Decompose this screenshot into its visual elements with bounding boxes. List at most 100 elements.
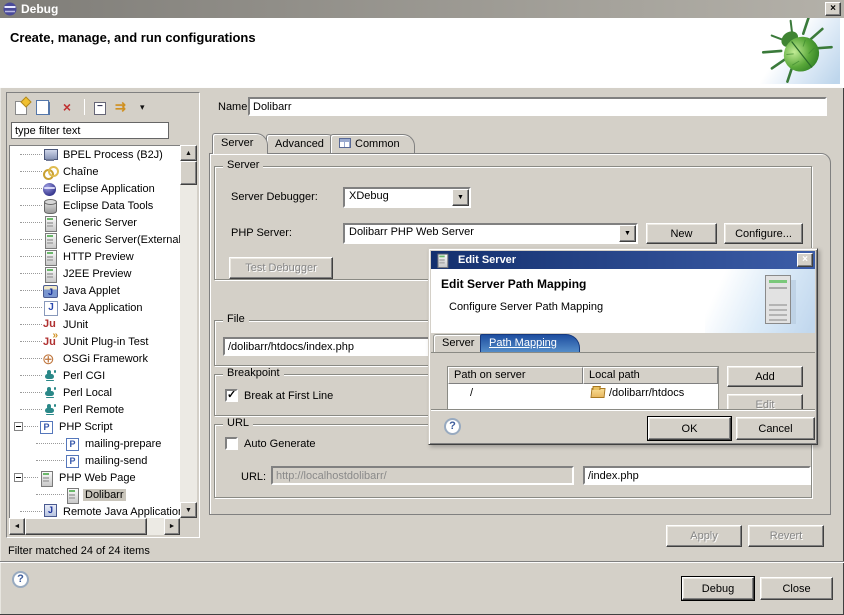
tree-guide [20,290,42,291]
perl-icon [42,385,58,401]
window-titlebar[interactable]: Debug × [0,0,844,18]
server-debugger-select[interactable]: XDebug ▼ [343,187,471,208]
configurations-panel: × ⇉ ▾ BPEL Process (B2J)ChaîneEclipse Ap… [6,92,200,538]
filter-icon[interactable]: ⇉ [115,99,131,115]
junit-plugin-icon [42,334,58,350]
tree-item-eclipse-application[interactable]: Eclipse Application [10,180,180,197]
tree-item-label: Perl CGI [61,370,107,382]
local-path-text: /dolibarr/htdocs [609,387,684,399]
cancel-button[interactable]: Cancel [736,417,815,440]
configurations-toolbar: × ⇉ ▾ [9,95,197,119]
help-icon[interactable]: ? [444,418,461,435]
break-first-line-label: Break at First Line [244,390,333,402]
edit-server-titlebar[interactable]: Edit Server × [431,251,815,269]
tree-item-http-preview[interactable]: HTTP Preview [10,248,180,265]
tree-horizontal-scrollbar[interactable]: ◄ ► [9,518,180,535]
server-icon [42,215,58,231]
tree-item-mailing-send[interactable]: mailing-send [10,452,180,469]
tree-item-remote-java-application[interactable]: Remote Java Application [10,503,180,518]
tab-server[interactable]: Server [212,133,268,154]
configure-server-button[interactable]: Configure... [724,223,803,244]
close-button[interactable]: Close [760,577,833,600]
toolbar-menu-chevron-icon[interactable]: ▾ [140,99,148,115]
eclipse-icon [3,2,17,16]
tree-item-java-application[interactable]: Java Application [10,299,180,316]
tree-vertical-scrollbar[interactable]: ▲ ▼ [180,145,197,518]
server-tower-icon [763,274,801,328]
tree-item-eclipse-data-tools[interactable]: Eclipse Data Tools [10,197,180,214]
collapse-all-icon[interactable] [94,102,106,115]
url-path-input[interactable] [583,466,811,485]
close-icon[interactable]: × [825,2,841,16]
filter-input[interactable] [11,122,169,139]
tree-item-java-applet[interactable]: Java Applet [10,282,180,299]
horizontal-scroll-thumb[interactable] [25,518,147,535]
tab-server[interactable]: Server [433,334,485,352]
file-group-title: File [223,313,249,325]
chevron-down-icon[interactable]: ▼ [452,189,469,206]
break-first-line-checkbox[interactable] [225,389,238,402]
tab-common[interactable]: Common [330,134,415,153]
add-mapping-button[interactable]: Add [727,366,803,387]
server-icon [42,266,58,282]
column-path-on-server[interactable]: Path on server [448,367,583,384]
tree-item-generic-server[interactable]: Generic Server [10,214,180,231]
debug-button[interactable]: Debug [682,577,754,600]
path-mapping-content: Path on server Local path //dolibarr/htd… [431,352,815,409]
dialog-banner: Create, manage, and run configurations [0,18,844,86]
edit-mapping-button[interactable]: Edit [727,394,803,409]
chevron-down-icon[interactable]: ▼ [619,225,636,242]
new-configuration-icon[interactable] [15,101,27,115]
tree-item-osgi-framework[interactable]: OSGi Framework [10,350,180,367]
scroll-up-icon[interactable]: ▲ [180,145,197,161]
tree-item-bpel-process-b2j[interactable]: BPEL Process (B2J) [10,146,180,163]
ok-button[interactable]: OK [648,417,731,440]
tree-item-perl-remote[interactable]: Perl Remote [10,401,180,418]
tree-item-php-script[interactable]: PHP Script [10,418,180,435]
scroll-right-icon[interactable]: ► [164,518,180,535]
tree-item-dolibarr[interactable]: Dolibarr [10,486,180,503]
new-server-button[interactable]: New [646,223,717,244]
tree-item-perl-local[interactable]: Perl Local [10,384,180,401]
duplicate-configuration-icon[interactable] [39,102,50,115]
auto-generate-checkbox[interactable] [225,437,238,450]
bpel-process-icon [42,147,58,163]
vertical-scroll-thumb[interactable] [180,161,197,185]
tree-guide [36,460,64,461]
tree-guide [20,511,42,512]
help-icon[interactable]: ? [12,571,29,588]
collapse-toggle-icon[interactable] [14,422,23,431]
tree-guide [20,222,42,223]
tree-guide [20,171,42,172]
collapse-toggle-icon[interactable] [14,473,23,482]
tree-item-junit[interactable]: JUnit [10,316,180,333]
tree-item-junit-plug-in-test[interactable]: JUnit Plug-in Test [10,333,180,350]
tab-advanced[interactable]: Advanced [266,134,339,153]
mapping-row[interactable]: //dolibarr/htdocs [448,384,718,401]
name-input[interactable] [248,97,827,116]
dialog-heading: Edit Server Path Mapping [441,277,586,291]
tree-item-mailing-prepare[interactable]: mailing-prepare [10,435,180,452]
perl-icon [42,368,58,384]
scroll-down-icon[interactable]: ▼ [180,502,197,518]
chain-icon [42,164,58,180]
close-icon[interactable]: × [797,253,813,267]
apply-button[interactable]: Apply [666,525,742,547]
tree-item-generic-server-external-la[interactable]: Generic Server(External La [10,231,180,248]
osgi-icon [42,351,58,367]
column-local-path[interactable]: Local path [583,367,718,384]
test-debugger-button[interactable]: Test Debugger [229,257,333,279]
tree-item-cha-ne[interactable]: Chaîne [10,163,180,180]
tab-path-mapping[interactable]: Path Mapping [480,334,580,352]
delete-configuration-icon[interactable]: × [59,99,75,115]
tree-item-label: Java Applet [61,285,122,297]
tree-item-j2ee-preview[interactable]: J2EE Preview [10,265,180,282]
tree-item-php-web-page[interactable]: PHP Web Page [10,469,180,486]
scroll-left-icon[interactable]: ◄ [9,518,25,535]
tree-item-perl-cgi[interactable]: Perl CGI [10,367,180,384]
php-server-select[interactable]: Dolibarr PHP Web Server ▼ [343,223,638,244]
server-icon [64,487,80,503]
server-icon [42,232,58,248]
revert-button[interactable]: Revert [748,525,824,547]
tree-guide [20,239,42,240]
